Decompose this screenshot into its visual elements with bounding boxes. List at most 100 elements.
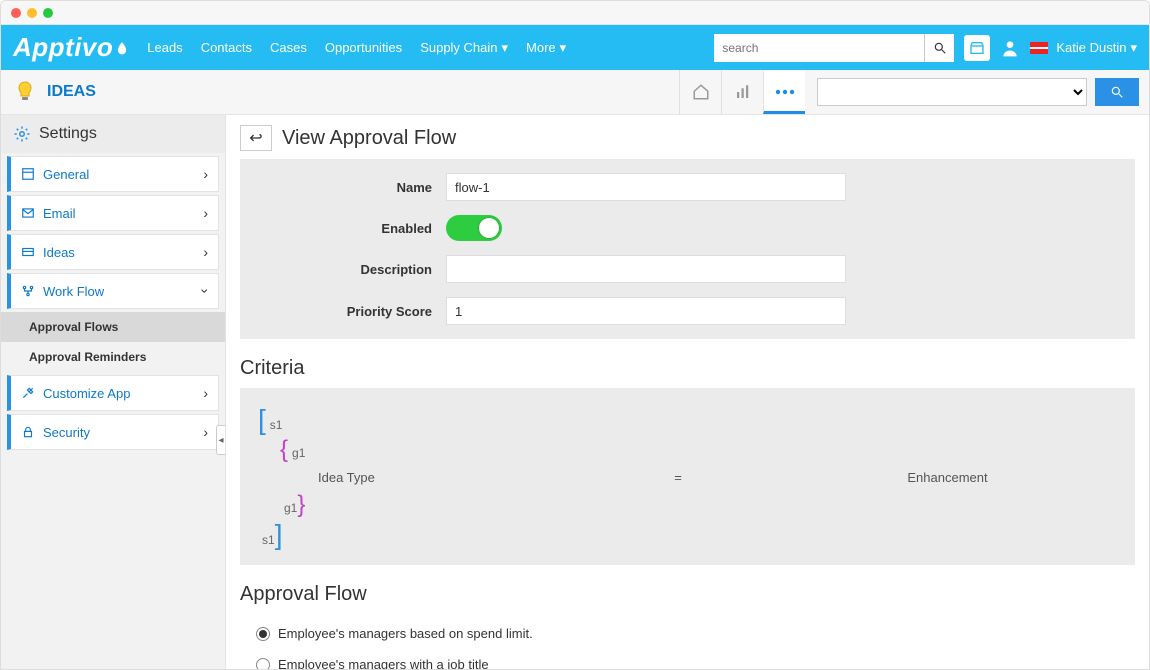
sidebar-item-security[interactable]: Security › (7, 414, 219, 450)
name-value: flow-1 (446, 173, 846, 201)
sidebar-item-label: Security (43, 425, 90, 440)
page-title: View Approval Flow (282, 127, 456, 150)
main-content: ↩ View Approval Flow Name flow-1 Enabled… (226, 115, 1149, 669)
card-icon (21, 245, 35, 259)
brace-open-icon: { (280, 436, 288, 463)
back-button[interactable]: ↩ (240, 125, 272, 151)
sidebar-item-label: Ideas (43, 245, 75, 260)
sidebar-title: Settings (39, 125, 97, 143)
home-icon-button[interactable] (679, 70, 721, 114)
approval-option-1[interactable]: Employee's managers based on spend limit… (250, 618, 1125, 649)
chart-icon-button[interactable] (721, 70, 763, 114)
sidebar-item-customize[interactable]: Customize App › (7, 375, 219, 411)
user-name: Katie Dustin (1056, 40, 1126, 55)
top-nav: Apptivo Leads Contacts Cases Opportuniti… (1, 25, 1149, 70)
sidebar: Settings General › Email › Ideas › Work … (1, 115, 226, 669)
search-icon (933, 41, 947, 55)
enabled-toggle[interactable] (446, 215, 502, 241)
chevron-right-icon: › (203, 205, 208, 221)
module-title: IDEAS (47, 83, 96, 101)
sidebar-item-workflow[interactable]: Work Flow › (7, 273, 219, 309)
criteria-operator: = (578, 470, 778, 485)
chevron-right-icon: › (203, 244, 208, 260)
browser-titlebar (1, 1, 1149, 25)
ellipsis-icon (775, 88, 795, 96)
chevron-down-icon: ▾ (502, 40, 509, 56)
chevron-right-icon: › (203, 385, 208, 401)
form-block: Name flow-1 Enabled Description Priority… (240, 159, 1135, 339)
priority-value: 1 (446, 297, 846, 325)
radio-icon (256, 627, 270, 641)
store-icon-button[interactable] (964, 35, 990, 61)
module-bar: IDEAS (1, 70, 1149, 115)
nav-leads[interactable]: Leads (147, 40, 182, 55)
window-close-dot[interactable] (11, 8, 21, 18)
chevron-down-icon: ▾ (1130, 40, 1137, 56)
sidebar-collapse-handle[interactable]: ◂ (216, 425, 226, 455)
window-max-dot[interactable] (43, 8, 53, 18)
home-icon (692, 83, 710, 101)
sidebar-item-label: Email (43, 206, 76, 221)
brand-logo[interactable]: Apptivo (13, 32, 129, 63)
radio-icon (256, 658, 270, 670)
chevron-down-icon: › (198, 289, 214, 294)
bar-chart-icon (734, 83, 752, 101)
user-menu[interactable]: Katie Dustin ▾ (1030, 40, 1137, 56)
module-search-select[interactable] (817, 78, 1087, 106)
approval-option-2[interactable]: Employee's managers with a job title (250, 649, 1125, 669)
global-search (714, 34, 954, 62)
gear-icon (13, 125, 31, 143)
nav-supply-chain[interactable]: Supply Chain▾ (420, 40, 508, 56)
ideas-icon (11, 78, 39, 106)
criteria-group-close: g1 (284, 501, 297, 515)
store-icon (969, 40, 985, 56)
brace-close-icon: } (297, 491, 305, 518)
sidebar-sub-approval-reminders[interactable]: Approval Reminders (1, 342, 225, 372)
toggle-knob (479, 218, 499, 238)
global-search-button[interactable] (924, 34, 954, 62)
more-icon-button[interactable] (763, 70, 805, 114)
criteria-block: [s1 {g1 Idea Type = Enhancement g1} s1] (240, 388, 1135, 565)
person-icon (1000, 38, 1020, 58)
sidebar-item-label: General (43, 167, 89, 182)
module-search-button[interactable] (1095, 78, 1139, 106)
approval-option-label: Employee's managers with a job title (278, 657, 489, 669)
nav-opportunities[interactable]: Opportunities (325, 40, 402, 55)
search-icon (1110, 85, 1124, 99)
criteria-field: Idea Type (318, 470, 578, 485)
flag-icon (1030, 42, 1048, 54)
nav-cases[interactable]: Cases (270, 40, 307, 55)
tools-icon (21, 386, 35, 400)
approval-title: Approval Flow (240, 583, 1135, 606)
window-min-dot[interactable] (27, 8, 37, 18)
global-search-input[interactable] (714, 34, 924, 62)
sidebar-item-ideas[interactable]: Ideas › (7, 234, 219, 270)
lock-icon (21, 425, 35, 439)
sidebar-item-email[interactable]: Email › (7, 195, 219, 231)
mail-icon (21, 206, 35, 220)
flow-icon (21, 284, 35, 298)
enabled-label: Enabled (256, 221, 446, 236)
criteria-value: Enhancement (778, 470, 1117, 485)
criteria-set-close: s1 (262, 533, 275, 547)
nav-more[interactable]: More▾ (526, 40, 566, 56)
sidebar-item-general[interactable]: General › (7, 156, 219, 192)
chevron-right-icon: › (203, 424, 208, 440)
approval-block: Employee's managers based on spend limit… (240, 614, 1135, 669)
profile-icon-button[interactable] (1000, 38, 1020, 58)
criteria-title: Criteria (240, 357, 1135, 380)
criteria-set-open: s1 (270, 418, 283, 432)
priority-label: Priority Score (256, 304, 446, 319)
sidebar-header: Settings (1, 115, 225, 153)
description-label: Description (256, 262, 446, 277)
leaf-icon (115, 41, 129, 55)
approval-option-label: Employee's managers based on spend limit… (278, 626, 533, 641)
sidebar-sub-approval-flows[interactable]: Approval Flows (1, 312, 225, 342)
chevron-down-icon: ▾ (560, 40, 567, 56)
criteria-group-open: g1 (292, 446, 305, 460)
sidebar-item-label: Customize App (43, 386, 130, 401)
brand-text: Apptivo (13, 32, 113, 63)
sidebar-item-label: Work Flow (43, 284, 104, 299)
nav-contacts[interactable]: Contacts (201, 40, 252, 55)
name-label: Name (256, 180, 446, 195)
